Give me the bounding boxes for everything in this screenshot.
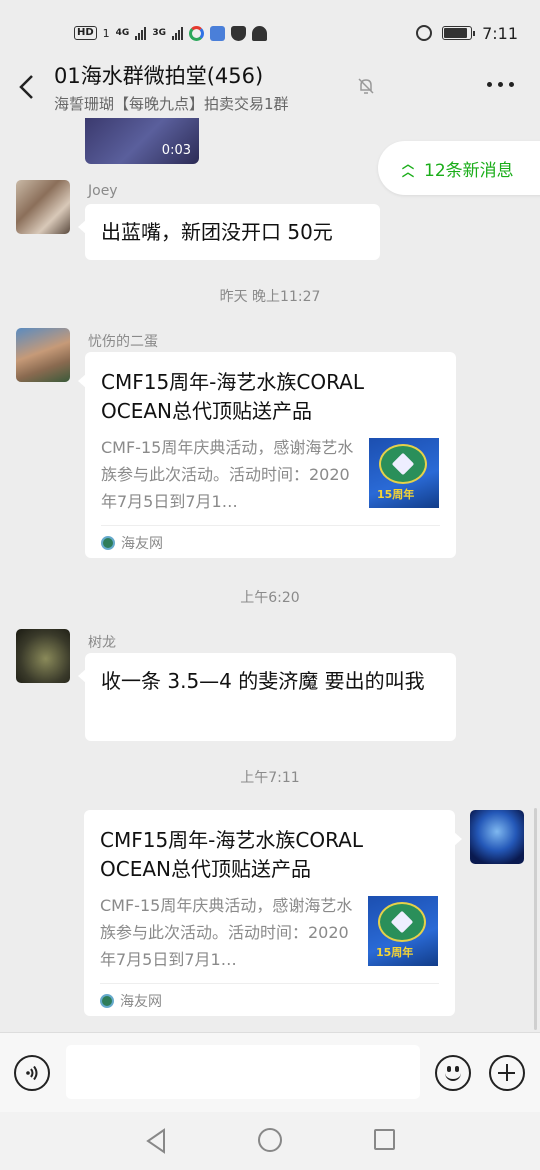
app-notification-icon [188,25,204,41]
chat-title-group[interactable]: 01海水群微拍堂(456) 海誓珊瑚【每晚九点】拍卖交易1群 [54,60,289,114]
nav-recents-icon[interactable] [374,1129,395,1150]
card-description: CMF-15周年庆典活动，感谢海艺水族参与此次活动。活动时间：2020年7月5日… [100,896,353,969]
card-thumbnail-text: 15周年 [376,946,414,959]
source-icon [100,993,114,1008]
message-input[interactable] [66,1045,420,1099]
link-card[interactable]: CMF15周年-海艺水族CORAL OCEAN总代顶贴送产品 CMF-15周年庆… [84,810,462,1017]
sender-name: Joey [88,183,118,199]
video-duration: 0:03 [161,143,191,158]
bell-icon [251,25,267,41]
timestamp: 上午7:11 [240,770,300,786]
battery-icon [442,26,476,40]
bell-off-icon [358,78,374,94]
card-footer: 海友网 [100,983,439,1017]
sender-name: 树龙 [88,635,116,651]
double-chevron-up-icon: ︿ ︿ [402,157,415,179]
card-title: CMF15周年-海艺水族CORAL OCEAN总代顶贴送产品 [100,828,364,881]
card-source: 海友网 [120,993,162,1010]
emoji-icon[interactable] [435,1055,471,1091]
network-4g: 4G [115,28,130,38]
card-footer: 海友网 [101,525,440,559]
chat-header: 01海水群微拍堂(456) 海誓珊瑚【每晚九点】拍卖交易1群 [0,52,540,118]
card-thumbnail: 15周年 [368,896,438,966]
signal-icon-2 [171,26,183,40]
nav-back-icon[interactable] [144,1128,168,1154]
message-text: 出蓝嘴，新团没开口 50元 [101,220,333,244]
card-thumbnail-text: 15周年 [377,488,415,501]
avatar[interactable] [16,629,70,683]
self-avatar[interactable] [470,810,524,864]
video-message[interactable]: 0:03 [85,118,199,164]
clock: 7:11 [482,23,518,43]
timestamp: 昨天 晚上11:27 [219,289,321,305]
alarm-icon [416,25,433,41]
message-bubble[interactable]: 出蓝嘴，新团没开口 50元 [78,204,380,260]
link-card[interactable]: CMF15周年-海艺水族CORAL OCEAN总代顶贴送产品 CMF-15周年庆… [78,352,456,559]
plus-icon[interactable] [489,1055,525,1091]
timestamp: 上午6:20 [240,590,300,606]
hd-sub: 1 [102,26,110,40]
voice-icon[interactable] [14,1055,50,1091]
source-icon [101,535,115,550]
nav-home-icon[interactable] [258,1128,282,1152]
message-bubble[interactable]: 收一条 3.5—4 的斐济魔 要出的叫我 [78,653,456,741]
sender-name: 忧伤的二蛋 [88,334,158,350]
card-title: CMF15周年-海艺水族CORAL OCEAN总代顶贴送产品 [101,370,365,423]
card-source: 海友网 [121,535,163,552]
shield-icon [230,25,246,41]
message-text: 收一条 3.5—4 的斐济魔 要出的叫我 [101,669,425,693]
status-indicators: HD 1 4G 3G [74,25,267,41]
card-thumbnail: 15周年 [369,438,439,508]
signal-icon [135,26,147,40]
scrollbar[interactable] [534,808,537,1030]
avatar[interactable] [16,328,70,382]
card-description: CMF-15周年庆典活动，感谢海艺水族参与此次活动。活动时间：2020年7月5日… [101,438,354,511]
chat-subtitle: 海誓珊瑚【每晚九点】拍卖交易1群 [54,95,289,113]
chevron-left-icon[interactable] [16,72,40,102]
network-3g: 3G [152,28,166,38]
more-dots-icon[interactable] [487,82,514,87]
hd-indicator: HD [74,26,97,40]
avatar[interactable] [16,180,70,234]
new-messages-label: 12条新消息 [424,160,514,181]
new-messages-button[interactable]: ︿ ︿ 12条新消息 [378,141,540,195]
system-nav-bar [0,1112,540,1170]
chat-title: 01海水群微拍堂(456) [54,64,264,88]
app-notification-icon-2 [209,25,225,41]
input-bar [0,1032,540,1112]
